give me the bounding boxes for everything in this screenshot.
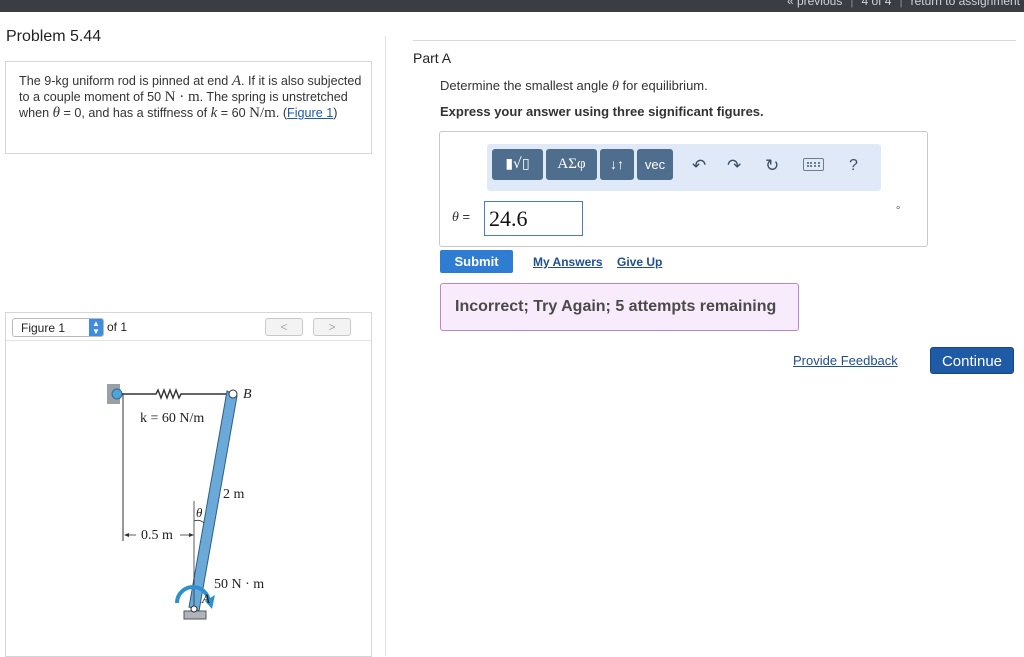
statement-text: ) — [333, 106, 338, 120]
templates-button[interactable]: ▮√▯ — [492, 149, 543, 180]
my-answers-link[interactable]: My Answers — [533, 255, 603, 269]
submit-button[interactable]: Submit — [440, 250, 513, 273]
template-sqrt-icon: ▮√▯ — [505, 156, 530, 172]
continue-button[interactable]: Continue — [930, 347, 1014, 374]
vector-button[interactable]: vec — [637, 149, 673, 180]
undo-icon[interactable]: ↶ — [692, 156, 706, 176]
degree-unit: ∘ — [895, 203, 902, 214]
spring — [122, 388, 231, 400]
pin-B — [228, 389, 238, 399]
figure-select-value: Figure 1 — [21, 321, 66, 335]
dim-arrow-left — [124, 533, 129, 537]
question-text-part: Determine the smallest angle — [440, 78, 612, 93]
select-arrows-icon: ▲ ▼ — [89, 319, 103, 336]
statement-math-unit: N · m — [164, 89, 200, 105]
previous-link[interactable]: « previous — [787, 0, 842, 8]
answer-equals: = — [458, 209, 471, 224]
question-math-theta: θ — [611, 79, 619, 94]
problem-position: 4 of 4 — [861, 0, 892, 8]
problem-title: Problem 5.44 — [6, 28, 102, 45]
statement-text: = 0, and has a stiffness of — [59, 106, 211, 120]
label-A: A — [201, 591, 210, 606]
answer-variable-label: θ = — [452, 209, 470, 226]
pin-A — [190, 605, 198, 613]
give-up-link[interactable]: Give Up — [617, 255, 662, 269]
top-bar: « previous | 4 of 4 | return to assignme… — [0, 0, 1024, 12]
part-label: Part A — [413, 50, 452, 66]
column-divider — [385, 36, 386, 656]
label-rod-length: 2 m — [223, 487, 245, 502]
label-spring-stiffness: k = 60 N/m — [140, 411, 204, 426]
figure-panel: Figure 1 ▲ ▼ of 1 < > B k = 60 N/m 2 m θ … — [5, 312, 372, 657]
greek-symbols-button[interactable]: ΑΣφ — [546, 149, 597, 180]
redo-icon[interactable]: ↷ — [727, 156, 741, 176]
figure-diagram: B k = 60 N/m 2 m θ 0.5 m 50 N · m A — [107, 384, 264, 620]
reset-icon[interactable]: ↻ — [765, 156, 779, 176]
label-B: B — [243, 387, 252, 402]
statement-math-A: A — [231, 73, 241, 89]
figure-count: of 1 — [107, 320, 128, 334]
statement-text: = 60 — [217, 106, 250, 120]
answer-area: ▮√▯ ΑΣφ ↓↑ vec ↶ ↷ ↻ ? θ = 24.6 ∘ — [439, 131, 928, 247]
label-moment: 50 N · m — [214, 577, 264, 592]
instruction-text: Express your answer using three signific… — [440, 104, 764, 119]
statement-math-theta: θ — [52, 105, 60, 121]
statement-math-unit: N/m — [249, 105, 276, 121]
statement-text: The 9-kg uniform rod is pinned at end — [19, 74, 232, 88]
dim-arrow-right — [189, 533, 194, 537]
statement-text: . ( — [275, 106, 288, 120]
equation-toolbar: ▮√▯ ΑΣφ ↓↑ vec ↶ ↷ ↻ ? — [487, 144, 881, 191]
feedback-message: Incorrect; Try Again; 5 attempts remaini… — [440, 283, 799, 331]
answer-input[interactable]: 24.6 — [484, 201, 583, 236]
figure-select[interactable]: Figure 1 ▲ ▼ — [12, 318, 104, 337]
spring-anchor-pin — [111, 388, 123, 400]
top-navigation: « previous | 4 of 4 | return to assignme… — [787, 0, 1020, 8]
part-divider — [413, 40, 1016, 41]
return-to-assignment-link[interactable]: return to assignment — [911, 0, 1020, 8]
keyboard-icon[interactable] — [803, 158, 824, 171]
subscript-superscript-button[interactable]: ↓↑ — [600, 149, 634, 180]
answer-variable: θ — [452, 210, 459, 225]
problem-statement: The 9-kg uniform rod is pinned at end A.… — [5, 61, 372, 154]
provide-feedback-link[interactable]: Provide Feedback — [793, 353, 898, 368]
figure-header: Figure 1 ▲ ▼ of 1 < > — [6, 313, 371, 341]
label-theta: θ — [196, 505, 203, 520]
help-button[interactable]: ? — [849, 156, 858, 176]
nav-separator: | — [899, 0, 903, 8]
figure-link[interactable]: Figure 1 — [287, 106, 333, 120]
label-offset: 0.5 m — [141, 528, 173, 543]
question-text-part: for equilibrium. — [618, 78, 708, 93]
theta-arc — [193, 519, 205, 524]
figure-next-button[interactable]: > — [313, 318, 351, 336]
figure-prev-button[interactable]: < — [265, 318, 303, 336]
nav-separator: | — [850, 0, 854, 8]
question-text: Determine the smallest angle θ for equil… — [440, 78, 708, 95]
